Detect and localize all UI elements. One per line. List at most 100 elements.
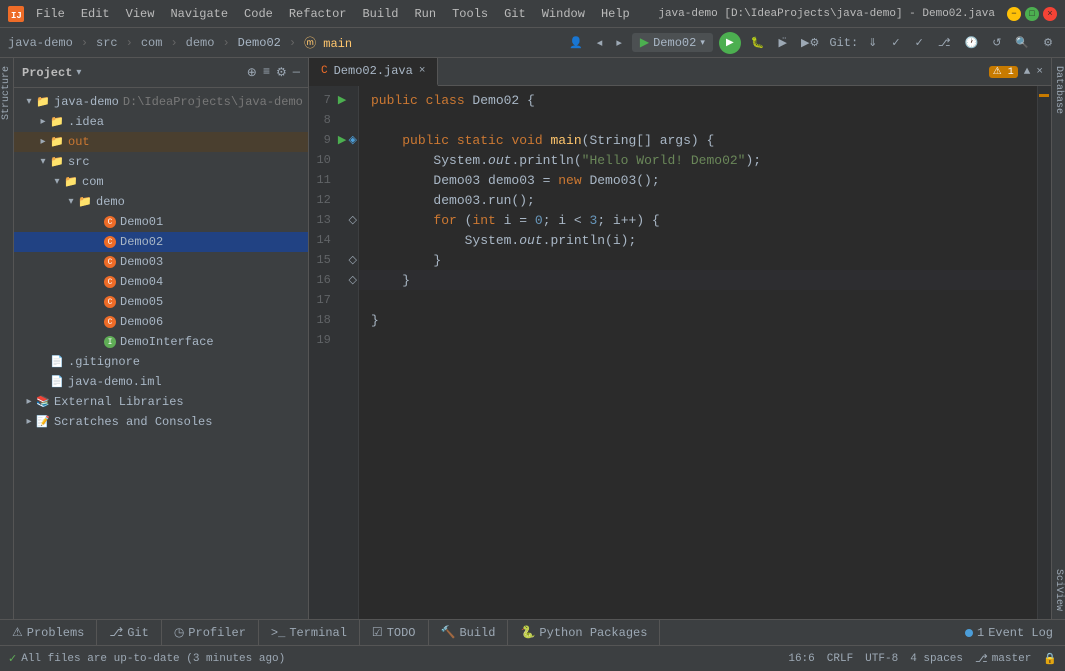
- menu-git[interactable]: Git: [498, 5, 532, 23]
- sciview-tab[interactable]: SciView: [1051, 561, 1065, 619]
- breadcrumb-com[interactable]: com: [141, 36, 163, 50]
- tree-item-out[interactable]: ▸ 📁 out: [14, 132, 308, 152]
- tree-item-demo05[interactable]: ▸ C Demo05: [14, 292, 308, 312]
- breadcrumb-main[interactable]: ⓜ main: [304, 34, 352, 51]
- encoding[interactable]: UTF-8: [865, 653, 898, 665]
- tree-item-demo06[interactable]: ▸ C Demo06: [14, 312, 308, 332]
- tree-label-demointerface: DemoInterface: [120, 335, 214, 349]
- project-header: Project ▾ ⊕ ≡ ⚙ —: [14, 58, 308, 88]
- breadcrumb-src[interactable]: src: [96, 36, 118, 50]
- tree-item-demointerface[interactable]: ▸ I DemoInterface: [14, 332, 308, 352]
- run-button[interactable]: ▶: [719, 32, 741, 54]
- run-line-arrow-9[interactable]: ▶: [337, 133, 348, 147]
- editor-area: C Demo02.java × ⚠ 1 ▲ × 7 ▶ 8: [309, 58, 1051, 619]
- menu-help[interactable]: Help: [595, 5, 636, 23]
- breadcrumb-demo[interactable]: demo: [186, 36, 215, 50]
- breadcrumb-app[interactable]: java-demo: [8, 36, 73, 50]
- menu-window[interactable]: Window: [536, 5, 591, 23]
- tree-item-ext-libs[interactable]: ▸ 📚 External Libraries: [14, 392, 308, 412]
- tree-arrow-scratches: ▸: [22, 416, 36, 428]
- menu-run[interactable]: Run: [408, 5, 442, 23]
- code-line-15: }: [359, 250, 1037, 270]
- tree-item-com[interactable]: ▾ 📁 com: [14, 172, 308, 192]
- run-line-arrow-7[interactable]: ▶: [337, 93, 348, 107]
- tree-item-demo03[interactable]: ▸ C Demo03: [14, 252, 308, 272]
- line-gutter: 7 ▶ 8 ▶ 9 ▶ ◈ 10: [309, 86, 359, 619]
- search-button[interactable]: 🔍: [1011, 34, 1033, 51]
- git-push-button[interactable]: ✓: [911, 34, 928, 51]
- back-button[interactable]: ◂: [593, 34, 607, 51]
- vcs-branch[interactable]: ⎇ master: [975, 652, 1031, 666]
- todo-tab[interactable]: ☑ TODO: [360, 620, 429, 645]
- run-coverage-button[interactable]: ▶̈: [775, 34, 791, 51]
- terminal-tab[interactable]: >_ Terminal: [259, 620, 360, 645]
- menu-code[interactable]: Code: [238, 5, 279, 23]
- history-button[interactable]: 🕐: [961, 34, 983, 51]
- structure-tab[interactable]: Structure: [0, 58, 14, 128]
- minimize-button[interactable]: −: [1007, 7, 1021, 21]
- toolbar: java-demo › src › com › demo › Demo02 › …: [0, 28, 1065, 58]
- profile-button[interactable]: 👤: [565, 34, 587, 51]
- bookmark-16[interactable]: ◇: [347, 273, 358, 287]
- undo-button[interactable]: ↺: [988, 34, 1005, 51]
- python-label: Python Packages: [539, 626, 647, 640]
- tree-item-demo04[interactable]: ▸ C Demo04: [14, 272, 308, 292]
- close-tabs-icon[interactable]: ×: [1036, 66, 1043, 78]
- tree-item-demo[interactable]: ▾ 📁 demo: [14, 192, 308, 212]
- tree-item-demo02[interactable]: ▸ C Demo02: [14, 232, 308, 252]
- settings-button[interactable]: ⚙: [1039, 34, 1057, 51]
- code-editor[interactable]: public class Demo02 { public static void…: [359, 86, 1037, 619]
- build-tab[interactable]: 🔨 Build: [429, 620, 509, 645]
- code-line-8: [359, 110, 1037, 130]
- tree-item-iml[interactable]: ▸ 📄 java-demo.iml: [14, 372, 308, 392]
- bookmark-15[interactable]: ◇: [347, 253, 358, 267]
- tree-label-ext-libs: External Libraries: [54, 395, 184, 409]
- cursor-position[interactable]: 16:6: [788, 653, 814, 665]
- debug-button[interactable]: 🐛: [747, 34, 769, 51]
- tree-item-demo01[interactable]: ▸ C Demo01: [14, 212, 308, 232]
- more-run-button[interactable]: ▶⚙: [797, 34, 823, 51]
- breadcrumb-demo02[interactable]: Demo02: [238, 36, 281, 50]
- git-branch-button[interactable]: ⎇: [934, 34, 955, 51]
- run-config-icon: ▶: [640, 35, 649, 50]
- tab-close-button[interactable]: ×: [419, 65, 426, 77]
- tree-item-src[interactable]: ▾ 📁 src: [14, 152, 308, 172]
- tree-item-idea[interactable]: ▸ 📁 .idea: [14, 112, 308, 132]
- tree-item-gitignore[interactable]: ▸ 📄 .gitignore: [14, 352, 308, 372]
- database-tab[interactable]: Database: [1051, 58, 1065, 122]
- line-ending[interactable]: CRLF: [827, 653, 853, 665]
- menu-view[interactable]: View: [120, 5, 161, 23]
- indent-setting[interactable]: 4 spaces: [910, 653, 963, 665]
- maximize-button[interactable]: □: [1025, 7, 1039, 21]
- close-button[interactable]: ×: [1043, 7, 1057, 21]
- locate-icon[interactable]: ⊕: [247, 65, 257, 80]
- tree-item-scratches[interactable]: ▸ 📝 Scratches and Consoles: [14, 412, 308, 432]
- git-update-button[interactable]: ⇓: [864, 34, 881, 51]
- tree-label-idea: .idea: [68, 115, 104, 129]
- git-tab[interactable]: ⎇ Git: [97, 620, 161, 645]
- panel-hide-icon[interactable]: —: [293, 65, 300, 80]
- problems-tab[interactable]: ⚠ Problems: [0, 620, 97, 645]
- expand-tabs-icon[interactable]: ▲: [1024, 66, 1031, 78]
- panel-settings-icon[interactable]: ⚙: [276, 65, 287, 80]
- profiler-tab[interactable]: ◷ Profiler: [162, 620, 259, 645]
- gutter-line-18: 18 ▶: [309, 310, 358, 330]
- menu-edit[interactable]: Edit: [75, 5, 116, 23]
- menu-file[interactable]: File: [30, 5, 71, 23]
- forward-button[interactable]: ▸: [612, 34, 626, 51]
- menu-refactor[interactable]: Refactor: [283, 5, 353, 23]
- python-packages-tab[interactable]: 🐍 Python Packages: [508, 620, 660, 645]
- run-config-selector[interactable]: ▶ Demo02 ▾: [632, 33, 713, 52]
- collapse-icon[interactable]: ≡: [263, 65, 270, 80]
- bookmark-9[interactable]: ◈: [347, 133, 358, 147]
- menu-navigate[interactable]: Navigate: [164, 5, 234, 23]
- project-title-dropdown[interactable]: ▾: [76, 67, 81, 79]
- editor-tab-demo02[interactable]: C Demo02.java ×: [309, 58, 438, 86]
- event-log-tab[interactable]: 1 Event Log: [953, 620, 1065, 645]
- status-files-text: All files are up-to-date (3 minutes ago): [21, 653, 285, 665]
- bookmark-13[interactable]: ◇: [347, 213, 358, 227]
- tree-item-root[interactable]: ▾ 📁 java-demo D:\IdeaProjects\java-demo: [14, 92, 308, 112]
- git-commit-button[interactable]: ✓: [887, 34, 904, 51]
- menu-tools[interactable]: Tools: [446, 5, 494, 23]
- menu-build[interactable]: Build: [356, 5, 404, 23]
